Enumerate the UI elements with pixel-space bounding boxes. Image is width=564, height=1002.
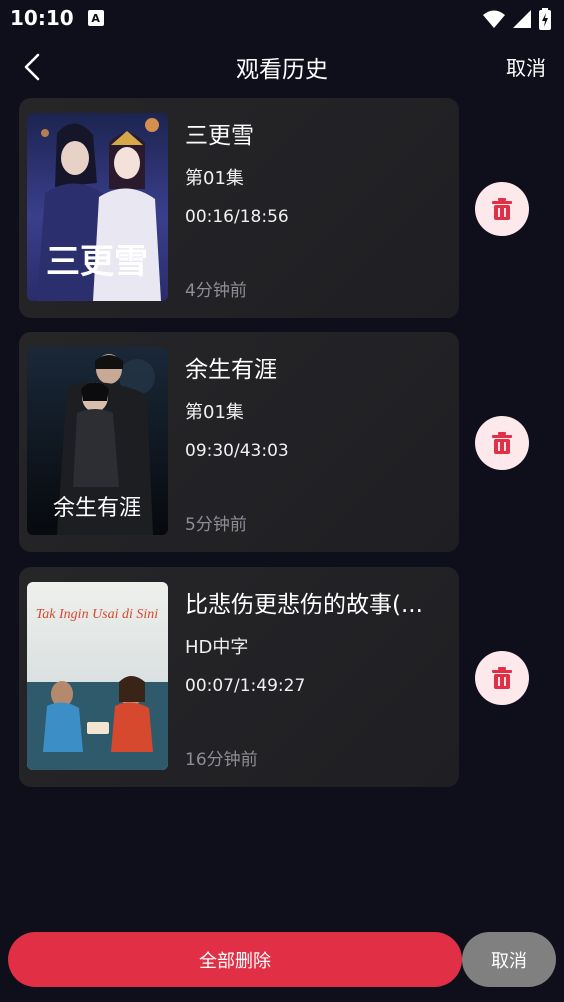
item-episode: 第01集 [185,402,244,423]
item-title: 余生有涯 [185,357,277,383]
item-info: 余生有涯 第01集 09:30/43:03 5分钟前 [185,332,450,552]
item-episode: HD中字 [185,637,249,658]
poster-image[interactable]: 三更雪 [27,113,168,301]
page-title: 观看历史 [236,57,328,83]
item-info: 比悲伤更悲伤的故事(... HD中字 00:07/1:49:27 16分钟前 [185,567,450,787]
signal-icon [513,10,531,28]
trash-icon [492,667,512,689]
list-item[interactable]: Tak Ingin Usai di Sini 比悲伤更悲伤的故事(... HD中… [0,567,564,787]
item-progress: 09:30/43:03 [185,441,289,461]
poster-image[interactable]: 余生有涯 [27,347,168,535]
trash-icon [492,198,512,220]
item-watched-ago: 16分钟前 [185,750,258,770]
item-progress: 00:16/18:56 [185,207,289,227]
poster-art: 三更雪 [27,113,168,301]
header: 观看历史 取消 [0,36,564,98]
header-cancel-button[interactable]: 取消 [506,52,546,81]
poster-image[interactable]: Tak Ingin Usai di Sini [27,582,168,770]
poster-art: Tak Ingin Usai di Sini [27,582,168,770]
bottom-action-bar: 全部删除 取消 [0,930,564,988]
item-title: 比悲伤更悲伤的故事(... [185,592,423,618]
bottom-cancel-button[interactable]: 取消 [462,932,556,987]
notification-icon: A [87,10,104,26]
status-bar: 10:10 A [0,0,564,36]
list-item[interactable]: 余生有涯 余生有涯 第01集 09:30/43:03 5分钟前 [0,332,564,552]
delete-item-button[interactable] [475,651,529,705]
history-card[interactable]: 三更雪 三更雪 第01集 00:16/18:56 4分钟前 [19,98,459,318]
item-watched-ago: 4分钟前 [185,281,247,301]
poster-title-text: 余生有涯 [53,495,141,520]
item-info: 三更雪 第01集 00:16/18:56 4分钟前 [185,98,450,318]
item-watched-ago: 5分钟前 [185,515,247,535]
poster-title-text: 三更雪 [46,244,148,281]
delete-item-button[interactable] [475,416,529,470]
item-title: 三更雪 [185,123,254,149]
item-progress: 00:07/1:49:27 [185,676,306,696]
poster-title-text: Tak Ingin Usai di Sini [36,607,158,622]
status-icons [482,8,552,30]
delete-item-button[interactable] [475,182,529,236]
list-item[interactable]: 三更雪 三更雪 第01集 00:16/18:56 4分钟前 [0,98,564,318]
status-time: 10:10 [10,6,74,30]
item-episode: 第01集 [185,168,244,189]
history-card[interactable]: 余生有涯 余生有涯 第01集 09:30/43:03 5分钟前 [19,332,459,552]
wifi-icon [483,10,505,28]
delete-all-button[interactable]: 全部删除 [8,932,462,987]
trash-icon [492,432,512,454]
battery-icon [539,8,551,30]
history-card[interactable]: Tak Ingin Usai di Sini 比悲伤更悲伤的故事(... HD中… [19,567,459,787]
poster-art: 余生有涯 [27,347,168,535]
